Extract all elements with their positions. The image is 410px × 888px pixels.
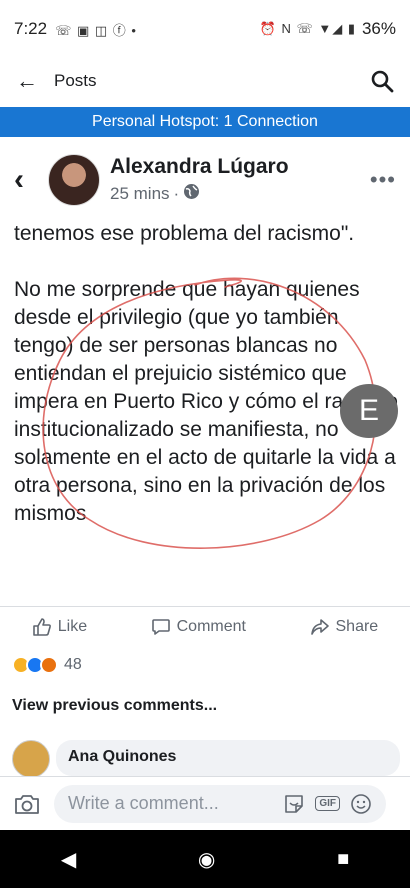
post-meta: 25 mins · [110,183,289,205]
comment-input[interactable]: Write a comment... GIF [54,784,386,823]
reactions-summary[interactable]: 48 [12,656,82,674]
gif-icon[interactable]: GIF [315,796,340,811]
status-time: 7:22 [14,19,48,38]
page-title: Posts [54,71,97,90]
post-header: ‹ Alexandra Lúgaro 25 mins · ••• [0,140,410,220]
nav-recents-icon[interactable]: ■ [337,848,349,871]
comment-label: Comment [176,617,246,635]
comment-bubble: Ana Quinones [56,740,400,776]
floating-bubble-button[interactable]: E [340,384,398,438]
reaction-count: 48 [64,656,82,673]
nav-back-icon[interactable]: ◀ [61,847,76,872]
post-paragraph-1: tenemos ese problema del racismo". [14,222,355,245]
post-actions: Like Comment Share [0,606,410,646]
share-button[interactable]: Share [310,617,379,637]
chevron-left-icon[interactable]: ‹ [14,163,48,197]
battery-percent: 36% [361,19,396,38]
arrow-left-icon[interactable]: ← [16,68,44,94]
system-nav-bar: ◀ ◉ ■ [0,830,410,888]
comment-icon [151,618,170,635]
post-time[interactable]: 25 mins [110,184,170,204]
app-header: ← Posts [0,58,410,104]
author-name[interactable]: Alexandra Lúgaro [110,155,289,179]
thumbs-up-icon [32,617,51,636]
sticker-icon[interactable] [283,793,305,815]
globe-icon [183,183,200,205]
angry-reaction-icon [40,656,58,674]
composer-icons: GIF [283,793,372,815]
share-icon [310,618,329,635]
comment-item: Ana Quinones [12,740,400,778]
comment-composer: Write a comment... GIF [0,776,410,830]
share-label: Share [335,617,379,635]
author-block: Alexandra Lúgaro 25 mins · [110,155,289,205]
emoji-icon[interactable] [350,793,372,815]
floating-bubble-letter: E [358,394,379,427]
system-icons: ⏰ N ☏ ▼◢ ▮ [259,21,356,36]
status-bar: 7:22 ☏ ▣ ◫ ⓕ • ⏰ N ☏ ▼◢ ▮ 36% [0,0,410,58]
hotspot-banner[interactable]: Personal Hotspot: 1 Connection [0,107,410,137]
comment-placeholder: Write a comment... [68,793,219,813]
more-options-icon[interactable]: ••• [370,167,396,193]
search-icon[interactable] [370,69,394,93]
notification-icons: ☏ ▣ ◫ ⓕ • [55,22,137,38]
view-previous-comments-link[interactable]: View previous comments... [12,697,217,715]
like-button[interactable]: Like [32,617,87,637]
commenter-name[interactable]: Ana Quinones [68,748,388,766]
like-label: Like [57,617,88,635]
comment-button[interactable]: Comment [151,617,246,637]
camera-icon[interactable] [14,793,40,815]
nav-home-icon[interactable]: ◉ [198,847,215,872]
author-avatar[interactable] [48,154,100,206]
meta-separator: · [173,184,180,203]
commenter-avatar[interactable] [12,740,50,778]
